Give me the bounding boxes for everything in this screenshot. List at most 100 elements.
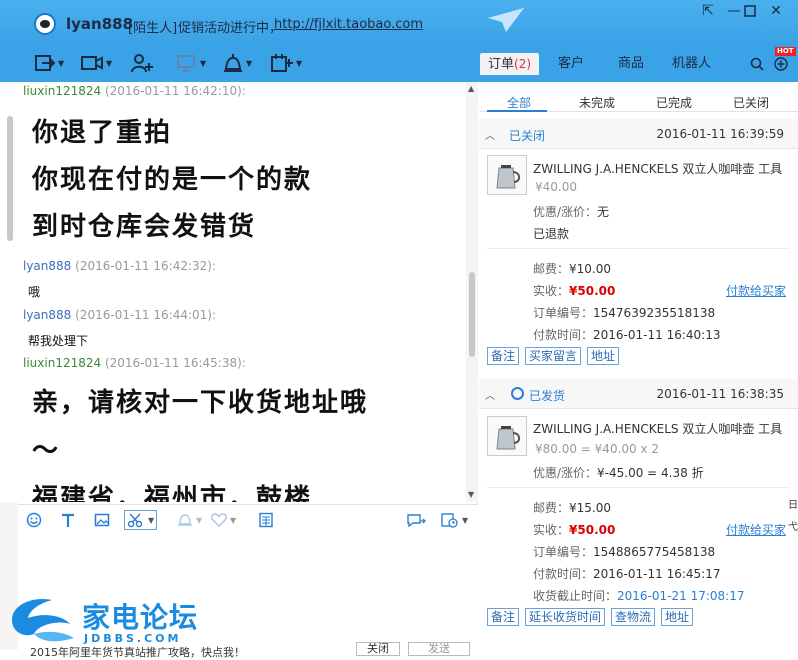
font-button[interactable] xyxy=(60,511,76,529)
scroll-thumb[interactable] xyxy=(469,272,475,357)
scroll-down-icon[interactable]: ▼ xyxy=(468,490,474,499)
sender-name[interactable]: liuxin121824 xyxy=(23,84,101,98)
pay-time-value: 2016-01-11 16:40:13 xyxy=(593,328,721,342)
message-header: lyan888 (2016-01-11 16:44:01): xyxy=(23,308,216,322)
watermark-text: 家电论坛 xyxy=(82,601,199,634)
tab-products[interactable]: 商品 xyxy=(610,53,652,75)
calculator-button[interactable] xyxy=(258,511,274,529)
chevron-up-icon[interactable]: ︿ xyxy=(485,387,495,402)
sender-name[interactable]: liuxin121824 xyxy=(23,356,101,370)
message-text: 哦 xyxy=(28,285,41,299)
order-number-row: 订单编号：1548865775458138 xyxy=(533,543,715,560)
contact-name[interactable]: lyan888 xyxy=(66,15,133,33)
buyer-message-button[interactable]: 买家留言 xyxy=(525,347,582,365)
tab-customer[interactable]: 客户 xyxy=(550,53,592,75)
transfer-button[interactable]: ▼ xyxy=(34,51,64,75)
tab-orders-label: 订单 xyxy=(488,57,515,72)
edge-text: 日 xyxy=(788,500,798,511)
tab-robot[interactable]: 机器人 xyxy=(664,53,719,75)
maximize-button[interactable] xyxy=(738,3,762,19)
sidebar-tabs: 订单(2) 客户 商品 机器人 xyxy=(478,44,798,82)
track-shipment-button[interactable]: 查物流 xyxy=(611,608,656,626)
avatar-icon[interactable] xyxy=(34,13,56,35)
tab-unfinished[interactable]: 未完成 xyxy=(579,94,615,111)
pay-time-label: 付款时间： xyxy=(533,328,594,342)
send-button[interactable]: 发送 xyxy=(408,642,470,656)
watermark-logo: 家电论坛 JDBBS.COM xyxy=(4,590,204,650)
paid-label: 实收： xyxy=(533,523,570,537)
discount-row: 优惠/涨价：¥-45.00 = 4.38 折 xyxy=(533,464,704,481)
product-thumbnail[interactable] xyxy=(487,416,527,456)
shipped-icon xyxy=(511,387,524,400)
alert-button[interactable]: ▼ xyxy=(222,51,252,75)
contact-tag: [陌生人] xyxy=(128,21,178,36)
close-chat-button[interactable]: 关闭 xyxy=(356,642,400,656)
sender-name[interactable]: lyan888 xyxy=(23,308,71,322)
image-button[interactable] xyxy=(94,511,110,529)
emoji-button[interactable] xyxy=(26,511,42,529)
order-time: 2016-01-11 16:38:35 xyxy=(656,387,784,401)
history-icon xyxy=(441,513,458,528)
close-button[interactable]: ✕ xyxy=(764,3,788,19)
address-button[interactable]: 地址 xyxy=(661,608,694,626)
chat-panel: liuxin121824 (2016-01-11 16:42:10): 你退了重… xyxy=(0,82,478,659)
quick-reply-button[interactable] xyxy=(406,511,426,529)
jdbbs-logo-icon xyxy=(12,598,74,642)
order-number-value: 1547639235518138 xyxy=(593,306,716,320)
note-button[interactable]: 备注 xyxy=(487,347,520,365)
extend-receipt-button[interactable]: 延长收货时间 xyxy=(525,608,606,626)
paid-label: 实收： xyxy=(533,284,570,298)
order-status: 已发货 xyxy=(529,389,566,403)
product-thumbnail[interactable] xyxy=(487,155,527,195)
sender-name[interactable]: lyan888 xyxy=(23,259,71,273)
chevron-down-icon: ▼ xyxy=(296,58,303,68)
order-status: 已关闭 xyxy=(509,129,546,143)
order-number-label: 订单编号： xyxy=(533,306,594,320)
shake-button[interactable]: ▼ xyxy=(176,511,202,529)
add-contact-button[interactable] xyxy=(130,51,154,75)
order-header[interactable]: ︿ 已关闭 2016-01-11 16:39:59 xyxy=(479,119,798,149)
chat-scrollbar[interactable]: ▲ ▼ xyxy=(466,82,478,502)
message-text: 到时仓库会发错货 xyxy=(32,212,257,242)
shop-link[interactable]: http://fjlxit.taobao.com xyxy=(274,17,423,32)
product-title[interactable]: ZWILLING J.A.HENCKELS 双立人咖啡壶 工具 xyxy=(533,420,783,437)
tab-orders[interactable]: 订单(2) xyxy=(480,53,540,75)
address-button[interactable]: 地址 xyxy=(587,347,620,365)
order-header[interactable]: ︿ 已发货 2016-01-11 16:38:35 xyxy=(479,379,798,409)
chevron-down-icon: ▼ xyxy=(462,515,469,525)
orders-panel: 全部 未完成 已完成 已关闭 ︿ 已关闭 2016-01-11 16:39:59… xyxy=(479,82,798,650)
promo-notice[interactable]: 2015年阿里年货节真站推广攻略，快点我！ xyxy=(30,644,245,660)
scroll-up-icon[interactable]: ▲ xyxy=(468,84,474,93)
remote-desktop-button[interactable]: ▼ xyxy=(176,51,206,75)
scissors-icon xyxy=(127,513,143,528)
chevron-down-icon: ▼ xyxy=(200,58,207,68)
search-icon[interactable] xyxy=(750,57,764,71)
left-scrollbar[interactable] xyxy=(7,116,13,241)
message-time: (2016-01-11 16:42:32): xyxy=(75,259,216,273)
chevron-down-icon: ▼ xyxy=(148,515,155,525)
message-text: 亲，请核对一下收货地址哦 xyxy=(32,388,369,418)
schedule-button[interactable]: ▼ xyxy=(270,51,302,75)
pay-buyer-link[interactable]: 付款给买家 xyxy=(726,521,786,538)
product-price: ¥40.00 xyxy=(535,180,577,194)
video-button[interactable]: ▼ xyxy=(80,51,112,75)
add-user-icon xyxy=(131,54,153,73)
tab-closed[interactable]: 已关闭 xyxy=(733,94,769,111)
history-button[interactable]: ▼ xyxy=(440,511,468,529)
heart-icon xyxy=(210,513,228,527)
video-camera-icon xyxy=(81,56,103,70)
product-title[interactable]: ZWILLING J.A.HENCKELS 双立人咖啡壶 工具 xyxy=(533,160,783,177)
transfer-icon xyxy=(35,55,56,71)
pin-icon[interactable]: ⇱ xyxy=(696,3,720,19)
screenshot-button[interactable]: ▼ xyxy=(124,510,158,530)
favorite-button[interactable]: ▼ xyxy=(210,511,236,529)
note-button[interactable]: 备注 xyxy=(487,608,520,626)
order-filter-tabs: 全部 未完成 已完成 已关闭 xyxy=(479,90,798,112)
coffee-pot-icon xyxy=(496,426,521,450)
refund-status: 已退款 xyxy=(533,225,569,242)
tab-finished[interactable]: 已完成 xyxy=(656,94,692,111)
tab-all[interactable]: 全部 xyxy=(507,94,531,111)
pay-buyer-link[interactable]: 付款给买家 xyxy=(726,282,786,299)
add-circle-icon[interactable] xyxy=(774,57,788,71)
chevron-up-icon[interactable]: ︿ xyxy=(485,127,495,142)
